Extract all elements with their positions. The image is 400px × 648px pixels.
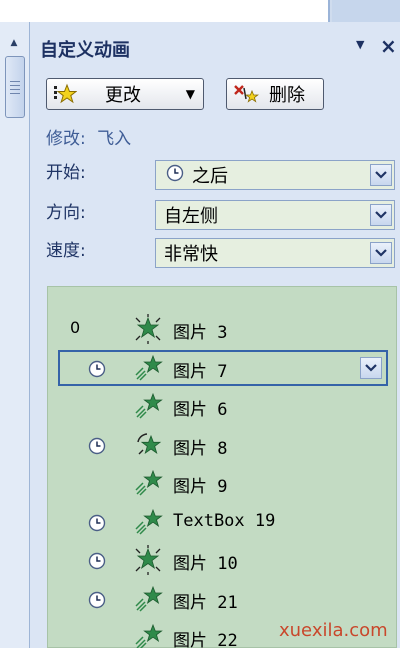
animation-target-name: 图片 21 — [173, 592, 238, 613]
animation-list[interactable]: 0 图片 3 图片 7 图片 6 图片 8 图片 9 TextBox 19 图片 10 图片 2… — [47, 286, 397, 648]
star-burst-icon — [133, 314, 163, 349]
animation-list-item[interactable]: 0 图片 3 — [48, 311, 396, 347]
clock-icon — [166, 164, 184, 187]
animation-list-item[interactable]: 图片 9 — [48, 465, 396, 501]
start-value: 之后 — [192, 166, 228, 187]
animation-list-item[interactable]: 图片 6 — [48, 388, 396, 424]
fly-in-star-icon — [133, 584, 163, 619]
scroll-thumb[interactable] — [5, 56, 25, 118]
pane-header: 自定义动画 ▼ × — [30, 32, 400, 62]
fly-in-star-icon — [133, 391, 163, 426]
delete-effect-icon — [233, 83, 259, 105]
animation-target-name: 图片 9 — [173, 477, 228, 497]
chevron-down-icon[interactable]: ▼ — [356, 38, 364, 51]
fly-in-star-icon — [133, 468, 163, 503]
modify-caption: 修改: 飞入 — [46, 124, 137, 149]
add-effect-star-icon — [53, 83, 77, 105]
spin-star-icon — [133, 430, 163, 465]
chevron-down-icon: ▼ — [185, 87, 195, 101]
delete-button-label: 删除 — [269, 85, 305, 106]
direction-label: 方向: — [46, 203, 86, 223]
animation-list-item[interactable]: 图片 10 — [48, 542, 396, 578]
document-top-strip — [0, 0, 400, 22]
fly-in-star-icon — [133, 622, 163, 648]
change-effect-button[interactable]: 更改 ▼ — [46, 78, 204, 110]
animation-target-name: 图片 6 — [173, 400, 228, 420]
clock-icon — [88, 360, 106, 383]
animation-target-name: 图片 8 — [173, 438, 228, 459]
animation-list-item[interactable]: 图片 21 — [48, 581, 396, 617]
start-label: 开始: — [46, 163, 86, 183]
animation-target-name: 图片 7 — [173, 361, 228, 382]
clock-icon — [88, 591, 106, 614]
direction-value: 自左侧 — [164, 206, 218, 227]
pane-top-strip — [332, 0, 400, 22]
speed-select[interactable]: 非常快 — [155, 238, 395, 268]
chevron-down-icon[interactable] — [370, 164, 392, 186]
pane-title: 自定义动画 — [40, 40, 130, 61]
watermark: xuexila.com — [279, 620, 388, 641]
clock-icon — [88, 437, 106, 460]
start-select[interactable]: 之后 — [155, 160, 395, 190]
modify-label: 修改: — [46, 129, 86, 149]
speed-label: 速度: — [46, 241, 86, 261]
clock-icon — [88, 514, 106, 537]
delete-effect-button[interactable]: 删除 — [226, 78, 324, 110]
modify-effect-name: 飞入 — [97, 129, 132, 149]
document-edge — [0, 0, 330, 22]
animation-order-number: 0 — [70, 318, 81, 337]
chevron-down-icon[interactable] — [370, 204, 392, 226]
chevron-down-icon[interactable] — [360, 356, 382, 379]
custom-animation-pane: 自定义动画 ▼ × 更改 ▼ 删除 修改: 飞入 开始: 之后 方向: 自左侧 … — [30, 22, 400, 648]
vertical-scrollbar[interactable]: ▲ — [0, 22, 30, 648]
animation-target-name: 图片 22 — [173, 631, 238, 648]
clock-icon — [88, 552, 106, 575]
fly-in-star-icon — [133, 353, 163, 388]
speed-value: 非常快 — [164, 244, 218, 265]
star-burst-icon — [133, 545, 163, 580]
animation-target-name: 图片 10 — [173, 554, 238, 574]
fly-in-star-icon — [133, 507, 163, 542]
change-button-label: 更改 — [105, 85, 141, 106]
scroll-up-arrow-icon[interactable]: ▲ — [5, 34, 23, 52]
animation-list-item[interactable]: TextBox 19 — [48, 504, 396, 540]
animation-list-item[interactable]: 图片 7 — [58, 349, 388, 388]
close-icon[interactable]: × — [380, 34, 397, 58]
direction-select[interactable]: 自左侧 — [155, 200, 395, 230]
animation-target-name: TextBox 19 — [173, 510, 276, 531]
chevron-down-icon[interactable] — [370, 242, 392, 264]
animation-list-item[interactable]: 图片 8 — [48, 427, 396, 463]
animation-target-name: 图片 3 — [173, 323, 228, 343]
